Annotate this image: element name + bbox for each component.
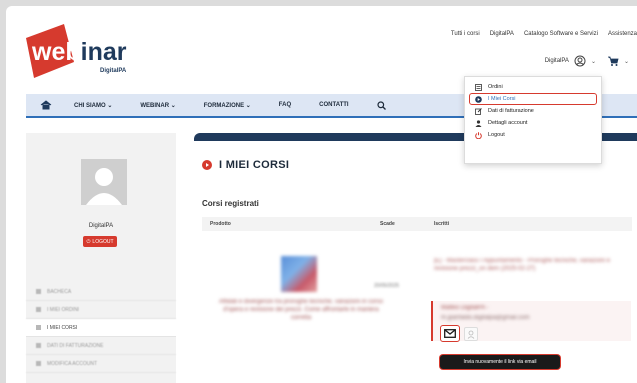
- top-link-tutti-corsi[interactable]: Tutti i corsi: [451, 31, 480, 43]
- user-outline-icon: [467, 330, 475, 339]
- nav-faq[interactable]: FAQ: [279, 102, 291, 108]
- orders-icon: [475, 83, 482, 91]
- course-thumbnail[interactable]: [281, 256, 317, 292]
- enrollee-user-button[interactable]: [464, 327, 478, 341]
- menu-item-label: Dettagli account: [488, 120, 528, 126]
- course-expiry: 20/05/2025: [374, 283, 400, 289]
- account-user-icon[interactable]: [574, 55, 586, 67]
- nav-contatti[interactable]: CONTATTI: [319, 102, 348, 108]
- account-dropdown-menu: Ordini I Miei Corsi Dati di fatturazione…: [464, 76, 602, 164]
- sidebar-item-label: I MIEI CORSI: [47, 324, 78, 331]
- logo-text-inar: inar: [81, 38, 127, 66]
- menu-item-label: Dati di fatturazione: [488, 108, 534, 114]
- cart-chevron-down-icon: ⌄: [623, 58, 629, 65]
- top-links: Tutti i corsi DigitalPA Catalogo Softwar…: [451, 31, 637, 43]
- edit-icon: [475, 107, 482, 115]
- sidebar-item-bacheca[interactable]: BACHECA: [26, 283, 176, 301]
- resend-email-button[interactable]: [440, 325, 460, 342]
- col-iscritti: Iscritti: [434, 221, 450, 227]
- sidebar-item-label: I MIEI ORDINI: [47, 306, 79, 313]
- nav-contatti-label: CONTATTI: [319, 102, 349, 108]
- edit-icon: [36, 343, 41, 348]
- sidebar-item-ordini[interactable]: I MIEI ORDINI: [26, 301, 176, 319]
- webinar-logo[interactable]: webinar DigitalPA: [24, 24, 154, 78]
- chevron-down-icon: ⌄: [107, 102, 113, 109]
- chevron-down-icon: ⌄: [245, 102, 251, 109]
- home-icon[interactable]: [40, 100, 52, 110]
- menu-item-label: Ordini: [488, 84, 503, 90]
- course-description: Affidati e divergenze tra proroghe tecni…: [219, 299, 383, 321]
- avatar: [81, 159, 127, 205]
- sidebar-menu: BACHECA I MIEI ORDINI I MIEI CORSI DATI …: [26, 283, 176, 373]
- sidebar-item-label: MODIFICA ACCOUNT: [47, 360, 98, 367]
- menu-item-account[interactable]: Dettagli account: [465, 117, 601, 129]
- page-title: I MIEI CORSI: [219, 159, 290, 171]
- menu-item-miei-corsi[interactable]: I Miei Corsi: [469, 93, 597, 105]
- menu-item-logout[interactable]: Logout: [465, 129, 601, 141]
- logout-button-label: LOGOUT: [92, 238, 114, 245]
- nav-webinar[interactable]: WEBINAR ⌄: [140, 102, 175, 109]
- sidebar-user-name: DigitalPA: [88, 223, 114, 229]
- chevron-down-icon: ⌄: [590, 58, 596, 65]
- top-link-assistenza[interactable]: Assistenza: [608, 31, 637, 43]
- user-icon: [475, 119, 482, 127]
- cart-icon[interactable]: [607, 55, 619, 67]
- main-content: I MIEI CORSI Corsi registrati Prodotto S…: [194, 133, 637, 383]
- avatar-placeholder-icon: [86, 168, 122, 205]
- sidebar-item-label: BACHECA: [47, 288, 72, 295]
- menu-item-ordini[interactable]: Ordini: [465, 81, 601, 93]
- nav-chi-siamo-label: CHI SIAMO: [74, 102, 106, 109]
- nav-webinar-label: WEBINAR: [140, 102, 170, 109]
- sidebar-item-corsi[interactable]: I MIEI CORSI: [26, 319, 176, 337]
- sidebar-item-fatturazione[interactable]: DATI DI FATTURAZIONE: [26, 337, 176, 355]
- menu-item-fatturazione[interactable]: Dati di fatturazione: [465, 105, 601, 117]
- play-circle-icon: [475, 95, 482, 103]
- top-link-catalogo[interactable]: Catalogo Software e Servizi: [524, 31, 598, 43]
- chevron-down-icon: ⌄: [170, 102, 176, 109]
- section-subtitle: Corsi registrati: [202, 199, 259, 208]
- col-prodotto: Prodotto: [210, 221, 231, 227]
- nav-chi-siamo[interactable]: CHI SIAMO ⌄: [74, 102, 112, 109]
- account-name[interactable]: DigitalPA: [545, 58, 569, 64]
- account-area: DigitalPA ⌄ ⌄: [545, 55, 629, 67]
- dashboard-icon: [36, 289, 41, 294]
- top-link-digitalpa[interactable]: DigitalPA: [490, 31, 514, 43]
- logo-text-web: web: [31, 38, 81, 66]
- envelope-icon: [444, 329, 456, 338]
- browser-page: webinar DigitalPA Tutti i corsi DigitalP…: [6, 6, 637, 383]
- courses-icon: [36, 325, 41, 330]
- page-title-row: I MIEI CORSI: [202, 159, 289, 171]
- sidebar-item-account[interactable]: MODIFICA ACCOUNT: [26, 355, 176, 373]
- course-title[interactable]: [E] - Masterclass I Appuntamento - Proro…: [434, 257, 634, 273]
- logout-button[interactable]: ⏻ LOGOUT: [83, 236, 117, 247]
- nav-formazione-label: FORMAZIONE: [203, 102, 245, 109]
- power-icon: [475, 131, 482, 139]
- table-header: Prodotto Scade Iscritti: [202, 217, 632, 231]
- user-icon: [36, 361, 41, 366]
- col-scade: Scade: [380, 221, 395, 227]
- search-icon[interactable]: [376, 100, 386, 110]
- orders-icon: [36, 307, 41, 312]
- enrollee-email: m.gianfaldo.digitalpa@gmail.com: [441, 315, 530, 321]
- play-circle-icon: [202, 160, 212, 170]
- enrollee-name: Matteo DigitalPA -: [441, 305, 489, 311]
- enrollee-box: Matteo DigitalPA - m.gianfaldo.digitalpa…: [431, 301, 631, 341]
- power-icon: ⏻: [86, 238, 91, 245]
- menu-item-label: Logout: [488, 132, 505, 138]
- logo-subtext: DigitalPA: [100, 68, 127, 74]
- nav-formazione[interactable]: FORMAZIONE ⌄: [204, 102, 251, 109]
- resend-email-tooltip: Invia nuovamente il link via email: [440, 355, 560, 369]
- nav-faq-label: FAQ: [278, 102, 292, 108]
- account-sidebar: DigitalPA ⏻ LOGOUT BACHECA I MIEI ORDINI…: [26, 133, 176, 383]
- menu-item-label: I Miei Corsi: [488, 96, 516, 102]
- sidebar-item-label: DATI DI FATTURAZIONE: [47, 342, 104, 349]
- logo-text: webinar: [31, 38, 127, 66]
